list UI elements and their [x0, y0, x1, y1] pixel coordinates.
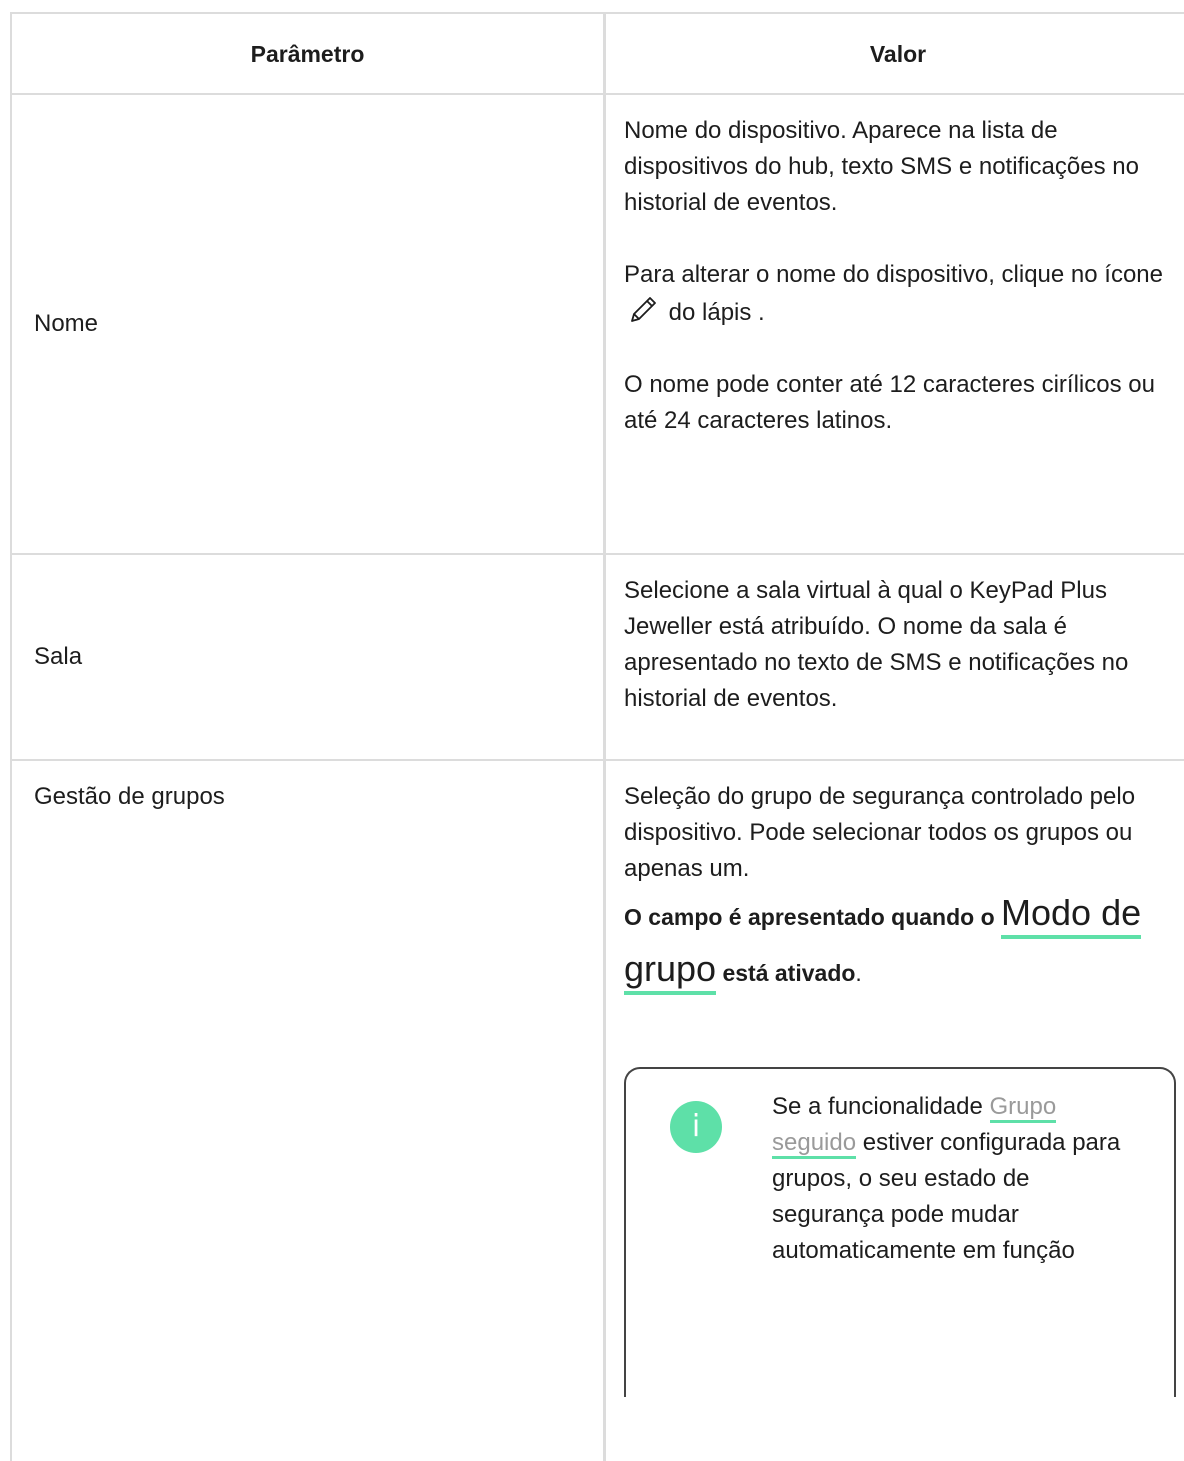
param-sala: Sala — [12, 555, 606, 759]
header-value: Valor — [869, 40, 927, 67]
param-sala-label: Sala — [34, 643, 83, 670]
param-nome-label: Nome — [34, 310, 99, 337]
nome-description: Nome do dispositivo. Aparece na lista de… — [624, 117, 1139, 216]
note-text-before: O campo é apresentado quando o — [624, 904, 1002, 930]
note-period: . — [855, 960, 862, 986]
info-icon: i — [670, 1101, 722, 1153]
table-row-grupos: Gestão de grupos Seleção do grupo de seg… — [10, 761, 1184, 1461]
callout-text-before: Se a funcionalidade — [772, 1093, 990, 1120]
table-row-sala: Sala Selecione a sala virtual à qual o K… — [10, 555, 1184, 761]
table-header-row: Parâmetro Valor — [10, 14, 1184, 95]
grupos-mode-note: O campo é apresentado quando o Modo de g… — [624, 887, 1182, 999]
value-sala: Selecione a sala virtual à qual o KeyPad… — [606, 555, 1184, 759]
param-grupos: Gestão de grupos — [12, 761, 606, 1461]
value-nome: Nome do dispositivo. Aparece na lista de… — [606, 95, 1184, 553]
nome-edit-instruction: Para alterar o nome do dispositivo, cliq… — [624, 257, 1182, 331]
sala-description: Selecione a sala virtual à qual o KeyPad… — [624, 577, 1129, 712]
callout-text: Se a funcionalidade Grupo seguido estive… — [772, 1089, 1144, 1269]
nome-edit-text-before: Para alterar o nome do dispositivo, cliq… — [624, 261, 1163, 288]
nome-edit-text-after: do lápis . — [662, 299, 765, 326]
table-row-nome: Nome Nome do dispositivo. Aparece na lis… — [10, 95, 1184, 555]
info-callout: i Se a funcionalidade Grupo seguido esti… — [624, 1067, 1176, 1397]
grupos-description: Seleção do grupo de segurança controlado… — [624, 783, 1136, 882]
nome-length-note: O nome pode conter até 12 caracteres cir… — [624, 371, 1155, 434]
value-grupos: Seleção do grupo de segurança controlado… — [606, 761, 1184, 1461]
header-param: Parâmetro — [12, 14, 606, 93]
pencil-icon — [631, 297, 656, 322]
parameters-table: Parâmetro Valor Nome Nome do dispositivo… — [10, 12, 1184, 1461]
param-grupos-label: Gestão de grupos — [34, 783, 225, 810]
param-nome: Nome — [12, 95, 606, 553]
note-text-after: está ativado — [716, 960, 856, 986]
